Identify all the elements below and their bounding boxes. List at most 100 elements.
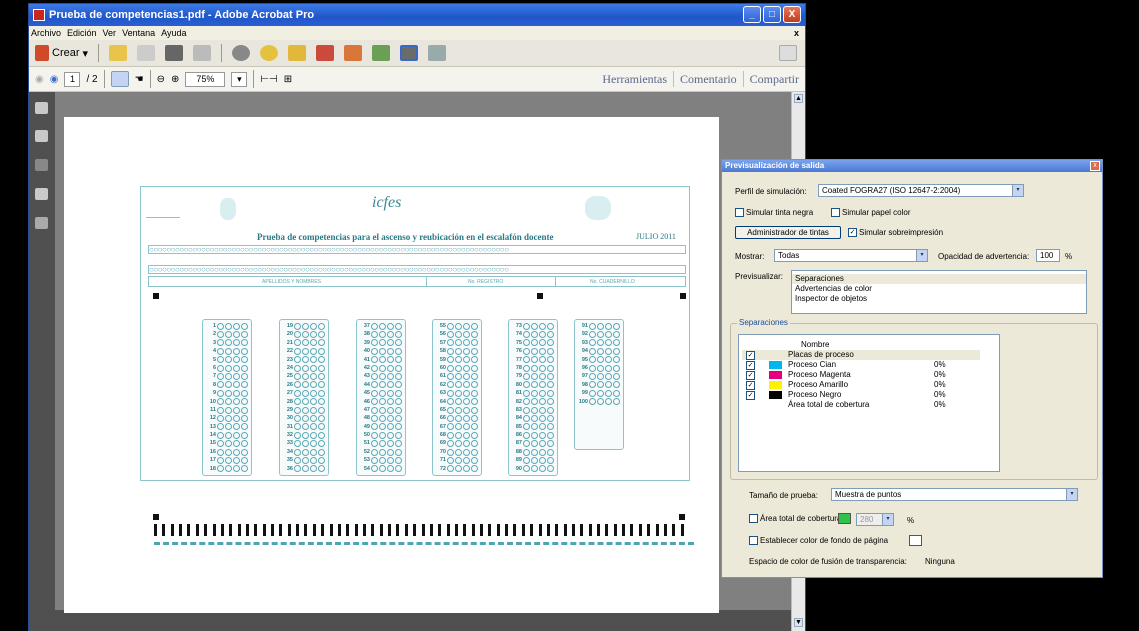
answer-bubble[interactable] <box>233 440 240 448</box>
answer-bubble[interactable] <box>241 423 248 431</box>
save-icon[interactable] <box>137 45 156 61</box>
answer-bubble[interactable] <box>597 322 604 330</box>
answer-bubble[interactable] <box>241 406 248 414</box>
answer-bubble[interactable] <box>371 356 378 364</box>
answer-bubble[interactable] <box>310 440 317 448</box>
answer-bubble[interactable] <box>217 322 224 330</box>
option-inspector[interactable]: Inspector de objetos <box>792 294 1086 304</box>
answer-bubble[interactable] <box>455 465 462 473</box>
answer-bubble[interactable] <box>395 456 402 464</box>
answer-bubble[interactable] <box>523 406 530 414</box>
separation-row[interactable]: ✓ Proceso Negro 0% <box>742 390 999 400</box>
answer-bubble[interactable] <box>597 398 604 406</box>
answer-bubble[interactable] <box>605 339 612 347</box>
answer-bubble[interactable] <box>471 465 478 473</box>
answer-bubble[interactable] <box>302 406 309 414</box>
answer-bubble[interactable] <box>447 406 454 414</box>
previous-page-icon[interactable]: ◉ <box>35 74 44 85</box>
menu-archivo[interactable]: Archivo <box>31 28 61 38</box>
answer-bubble[interactable] <box>318 339 325 347</box>
answer-bubble[interactable] <box>379 423 386 431</box>
answer-bubble[interactable] <box>395 339 402 347</box>
answer-bubble[interactable] <box>225 456 232 464</box>
answer-bubble[interactable] <box>539 465 546 473</box>
answer-bubble[interactable] <box>597 331 604 339</box>
crear-button[interactable]: Crear ▾ <box>35 45 88 61</box>
answer-bubble[interactable] <box>318 414 325 422</box>
answer-bubble[interactable] <box>371 456 378 464</box>
answer-bubble[interactable] <box>387 465 394 473</box>
answer-bubble[interactable] <box>539 381 546 389</box>
answer-bubble[interactable] <box>531 331 538 339</box>
answer-bubble[interactable] <box>447 347 454 355</box>
answer-bubble[interactable] <box>387 398 394 406</box>
answer-bubble[interactable] <box>387 456 394 464</box>
answer-bubble[interactable] <box>310 373 317 381</box>
answer-bubble[interactable] <box>371 406 378 414</box>
answer-bubble[interactable] <box>217 406 224 414</box>
answer-bubble[interactable] <box>523 381 530 389</box>
answer-bubble[interactable] <box>233 448 240 456</box>
answer-bubble[interactable] <box>318 431 325 439</box>
option-advertencias[interactable]: Advertencias de color <box>792 284 1086 294</box>
answer-bubble[interactable] <box>318 381 325 389</box>
answer-bubble[interactable] <box>597 339 604 347</box>
coverage-color-swatch[interactable] <box>838 513 851 524</box>
simular-papel-color-checkbox[interactable]: Simular papel color <box>831 208 910 218</box>
answer-bubble[interactable] <box>523 364 530 372</box>
answer-bubble[interactable] <box>310 347 317 355</box>
answer-bubble[interactable] <box>463 356 470 364</box>
answer-bubble[interactable] <box>447 322 454 330</box>
answer-bubble[interactable] <box>318 398 325 406</box>
answer-bubble[interactable] <box>241 373 248 381</box>
answer-bubble[interactable] <box>547 373 554 381</box>
perfil-select[interactable]: Coated FOGRA27 (ISO 12647-2:2004) ▾ <box>818 184 1024 197</box>
answer-bubble[interactable] <box>395 423 402 431</box>
review-icon[interactable] <box>372 45 391 61</box>
background-color-swatch[interactable] <box>909 535 922 546</box>
answer-bubble[interactable] <box>379 381 386 389</box>
answer-bubble[interactable] <box>523 373 530 381</box>
fit-width-icon[interactable]: ⊢⊣ <box>260 74 277 85</box>
answer-bubble[interactable] <box>531 347 538 355</box>
answer-bubble[interactable] <box>471 440 478 448</box>
answer-bubble[interactable] <box>379 414 386 422</box>
answer-bubble[interactable] <box>225 373 232 381</box>
page-number-input[interactable]: 1 <box>64 71 81 87</box>
close-button[interactable]: X <box>783 6 801 23</box>
answer-bubble[interactable] <box>447 339 454 347</box>
answer-bubble[interactable] <box>613 339 620 347</box>
answer-bubble[interactable] <box>547 406 554 414</box>
answer-bubble[interactable] <box>531 364 538 372</box>
answer-bubble[interactable] <box>379 431 386 439</box>
answer-bubble[interactable] <box>310 322 317 330</box>
answer-bubble[interactable] <box>379 440 386 448</box>
answer-bubble[interactable] <box>302 440 309 448</box>
answer-bubble[interactable] <box>463 398 470 406</box>
answer-bubble[interactable] <box>463 423 470 431</box>
answer-bubble[interactable] <box>233 381 240 389</box>
answer-bubble[interactable] <box>302 456 309 464</box>
answer-bubble[interactable] <box>531 406 538 414</box>
answer-bubble[interactable] <box>302 347 309 355</box>
answer-bubble[interactable] <box>371 423 378 431</box>
answer-bubble[interactable] <box>539 389 546 397</box>
answer-bubble[interactable] <box>455 364 462 372</box>
answer-bubble[interactable] <box>531 389 538 397</box>
scroll-down-icon[interactable]: ▼ <box>794 618 803 627</box>
answer-bubble[interactable] <box>241 339 248 347</box>
answer-bubble[interactable] <box>371 339 378 347</box>
answer-bubble[interactable] <box>225 356 232 364</box>
answer-bubble[interactable] <box>547 339 554 347</box>
answer-bubble[interactable] <box>395 448 402 456</box>
answer-bubble[interactable] <box>589 339 596 347</box>
answer-bubble[interactable] <box>318 373 325 381</box>
answer-bubble[interactable] <box>613 398 620 406</box>
maximize-button[interactable]: □ <box>763 6 781 23</box>
answer-bubble[interactable] <box>455 414 462 422</box>
answer-bubble[interactable] <box>455 456 462 464</box>
answer-bubble[interactable] <box>217 364 224 372</box>
answer-bubble[interactable] <box>605 364 612 372</box>
answer-bubble[interactable] <box>302 331 309 339</box>
answer-bubble[interactable] <box>217 414 224 422</box>
